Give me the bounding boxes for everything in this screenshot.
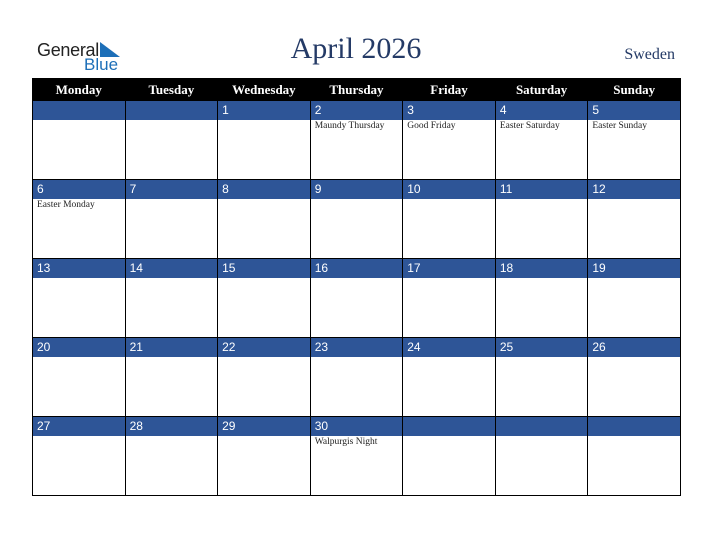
weekday-header: Friday: [402, 78, 496, 101]
day-cell[interactable]: [494, 199, 589, 259]
day-number: 4: [494, 101, 589, 120]
week-body-row: [32, 278, 681, 338]
calendar-grid: Monday Tuesday Wednesday Thursday Friday…: [32, 78, 681, 496]
day-number: 18: [494, 258, 589, 278]
day-cell[interactable]: Easter Saturday: [494, 120, 589, 180]
day-cell[interactable]: [587, 436, 681, 496]
day-cell[interactable]: [124, 120, 219, 180]
day-cell[interactable]: Walpurgis Night: [309, 436, 404, 496]
day-number: 8: [217, 179, 311, 199]
page-title: April 2026: [290, 32, 422, 65]
day-number: 19: [587, 258, 681, 278]
day-number: 27: [32, 416, 126, 436]
day-cell[interactable]: [402, 357, 496, 417]
day-number: 15: [217, 258, 311, 278]
weekday-header: Monday: [32, 78, 126, 101]
day-cell[interactable]: [32, 357, 126, 417]
day-number: 9: [309, 179, 404, 199]
day-number: 24: [402, 337, 496, 357]
day-number: 26: [587, 337, 681, 357]
day-cell[interactable]: [587, 199, 681, 259]
day-number: 17: [402, 258, 496, 278]
day-number: 30: [309, 416, 404, 436]
day-cell[interactable]: [587, 357, 681, 417]
day-cell[interactable]: [587, 278, 681, 338]
holiday-label: Easter Saturday: [499, 121, 560, 131]
day-cell[interactable]: [309, 278, 404, 338]
day-number: 29: [217, 416, 311, 436]
day-number: 7: [124, 179, 219, 199]
day-cell[interactable]: [217, 278, 311, 338]
day-number: 2: [309, 101, 404, 120]
weekday-header-row: Monday Tuesday Wednesday Thursday Friday…: [32, 78, 681, 101]
day-cell[interactable]: Easter Monday: [32, 199, 126, 259]
day-number: 13: [32, 258, 126, 278]
day-cell[interactable]: [217, 199, 311, 259]
day-number: 14: [124, 258, 219, 278]
day-number: 21: [124, 337, 219, 357]
day-cell[interactable]: Easter Sunday: [587, 120, 681, 180]
week-date-bar: 27 28 29 30: [32, 416, 681, 436]
day-cell[interactable]: [124, 436, 219, 496]
weekday-header: Wednesday: [217, 78, 311, 101]
day-cell[interactable]: [217, 436, 311, 496]
day-number: [124, 101, 219, 120]
day-cell[interactable]: [217, 120, 311, 180]
country-label: Sweden: [624, 46, 675, 63]
day-cell[interactable]: [309, 357, 404, 417]
day-number: [587, 416, 681, 436]
day-number: [494, 416, 589, 436]
day-number: 25: [494, 337, 589, 357]
day-cell[interactable]: [494, 436, 589, 496]
day-number: [402, 416, 496, 436]
day-cell[interactable]: [402, 199, 496, 259]
week-body-row: [32, 357, 681, 417]
day-cell[interactable]: [217, 357, 311, 417]
day-cell[interactable]: [309, 199, 404, 259]
day-cell[interactable]: [494, 278, 589, 338]
weekday-header: Saturday: [494, 78, 589, 101]
day-cell[interactable]: [32, 278, 126, 338]
week-body-row: Walpurgis Night: [32, 436, 681, 496]
day-number: [32, 101, 126, 120]
holiday-label: Maundy Thursday: [314, 121, 385, 131]
day-number: 12: [587, 179, 681, 199]
day-number: 23: [309, 337, 404, 357]
day-number: 22: [217, 337, 311, 357]
day-number: 5: [587, 101, 681, 120]
day-cell[interactable]: [32, 436, 126, 496]
day-number: 3: [402, 101, 496, 120]
holiday-label: Walpurgis Night: [314, 437, 378, 447]
holiday-label: Easter Sunday: [592, 121, 647, 131]
holiday-label: Easter Monday: [37, 200, 95, 210]
day-cell[interactable]: [494, 357, 589, 417]
day-cell[interactable]: Good Friday: [402, 120, 496, 180]
day-cell[interactable]: Maundy Thursday: [309, 120, 404, 180]
week-date-bar: 12345: [32, 101, 681, 120]
day-cell[interactable]: [124, 278, 219, 338]
week-date-bar: 6 7 8 9 10 11 12: [32, 179, 681, 199]
day-cell[interactable]: [124, 199, 219, 259]
weekday-header: Thursday: [309, 78, 404, 101]
day-number: 28: [124, 416, 219, 436]
holiday-label: Good Friday: [407, 121, 456, 131]
day-number: 11: [494, 179, 589, 199]
day-number: 6: [32, 179, 126, 199]
day-cell[interactable]: [402, 436, 496, 496]
week-date-bar: 13 14 15 16 17 18 19: [32, 258, 681, 278]
day-cell[interactable]: [402, 278, 496, 338]
day-number: 16: [309, 258, 404, 278]
day-number: 20: [32, 337, 126, 357]
day-number: 1: [217, 101, 311, 120]
weekday-header: Tuesday: [124, 78, 219, 101]
week-body-row: Maundy Thursday Good Friday Easter Saturda…: [32, 120, 681, 180]
day-cell[interactable]: [124, 357, 219, 417]
day-number: 10: [402, 179, 496, 199]
weekday-header: Sunday: [587, 78, 681, 101]
week-body-row: Easter Monday: [32, 199, 681, 259]
week-date-bar: 20 21 22 23 24 25 26: [32, 337, 681, 357]
day-cell[interactable]: [32, 120, 126, 180]
